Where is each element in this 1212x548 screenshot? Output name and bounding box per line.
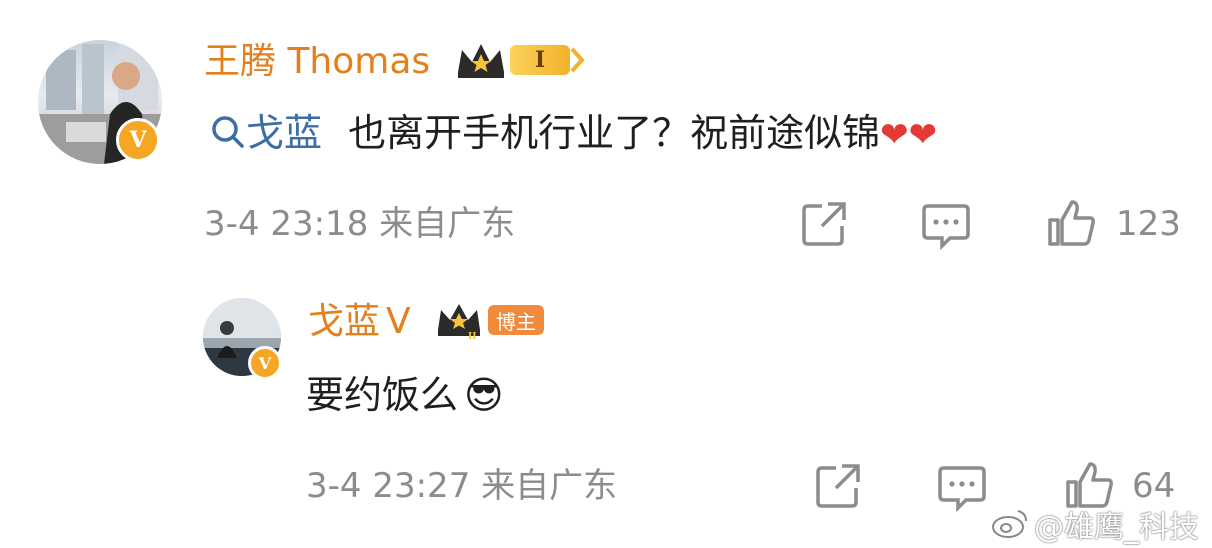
comment-icon[interactable] — [920, 202, 972, 250]
verified-badge-icon: V — [116, 118, 160, 162]
replier-name-line[interactable]: 戈蓝 V — [308, 302, 411, 342]
level-indicator: I — [510, 45, 570, 75]
like-count: 123 — [1116, 204, 1181, 244]
comment-body: 也离开手机行业了？祝前途似锦 — [348, 111, 881, 155]
comment-timestamp: 3-4 23:18 来自广东 — [204, 204, 516, 244]
like-icon[interactable] — [1046, 198, 1096, 248]
mention-text: 戈蓝 — [246, 111, 323, 155]
search-icon — [210, 114, 246, 150]
commenter-name[interactable]: 王腾 Thomas — [204, 42, 430, 82]
heart-emoji: ❤❤ — [880, 115, 938, 155]
comment-icon[interactable] — [936, 464, 988, 512]
reply-text-line: 要约饭么 😎 — [306, 372, 504, 418]
verified-badge-icon: V — [248, 346, 282, 380]
comment-text-line: 戈蓝 也离开手机行业了？祝前途似锦❤❤ — [210, 110, 937, 158]
share-icon[interactable] — [814, 462, 862, 510]
level-indicator: II — [468, 332, 476, 340]
topic-tag[interactable]: 戈蓝 — [210, 111, 334, 155]
replier-name: 戈蓝 — [308, 301, 381, 342]
reply-timestamp: 3-4 23:27 来自广东 — [306, 466, 618, 506]
verified-v-mark: V — [386, 301, 411, 342]
like-count: 64 — [1132, 466, 1176, 506]
watermark-text: @雄鹰_科技 — [1034, 510, 1199, 545]
blogger-badge: 博主 — [488, 305, 544, 335]
reply-body: 要约饭么 — [306, 373, 459, 417]
member-level-badge[interactable]: I — [454, 40, 588, 80]
weibo-logo-icon — [990, 507, 1030, 541]
chevron-right-icon — [570, 45, 588, 75]
crown-icon: II — [434, 300, 484, 340]
sunglasses-emoji: 😎 — [464, 373, 504, 417]
member-level-badge[interactable]: II 博主 — [434, 300, 544, 340]
share-icon[interactable] — [800, 200, 848, 248]
crown-icon — [454, 40, 508, 80]
watermark: @雄鹰_科技 — [990, 502, 1199, 546]
